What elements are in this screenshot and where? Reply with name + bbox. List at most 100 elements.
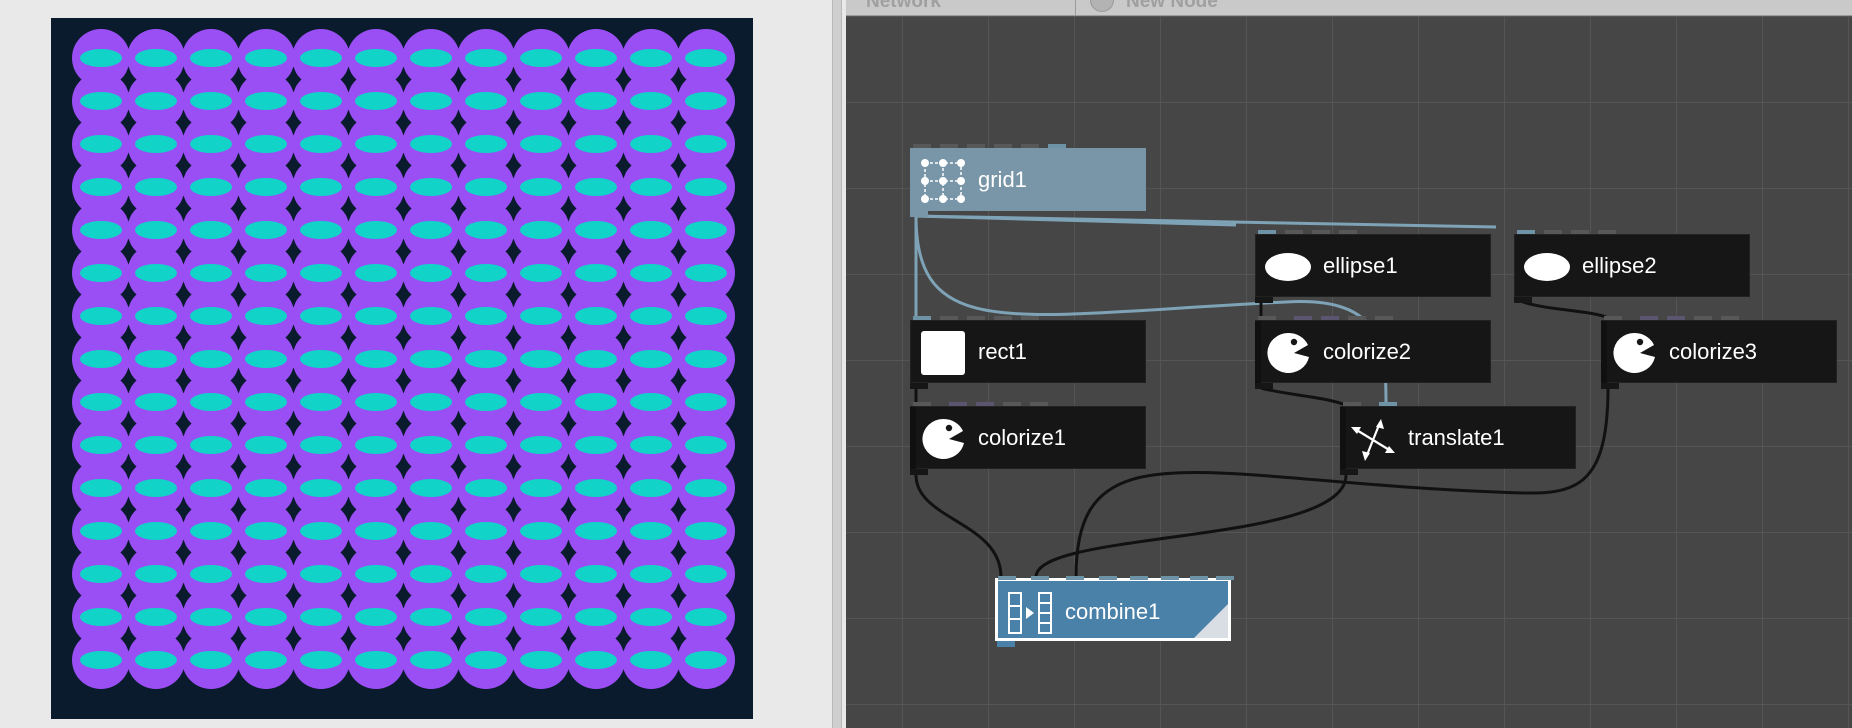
colorize2-port[interactable] xyxy=(1294,316,1312,320)
node-ellipse2[interactable]: ellipse2 xyxy=(1514,230,1750,303)
grid1-port[interactable] xyxy=(1021,144,1039,148)
rect1-port[interactable] xyxy=(967,316,985,320)
combine1-port[interactable] xyxy=(1031,576,1049,580)
combine1-port[interactable] xyxy=(1216,576,1234,580)
ellipse2-port[interactable] xyxy=(1598,230,1616,234)
node-ellipse1[interactable]: ellipse1 xyxy=(1255,230,1491,303)
colorize3-port[interactable] xyxy=(1694,316,1712,320)
pattern-ellipse xyxy=(190,350,232,368)
colorize-icon xyxy=(1267,332,1309,373)
colorize3-output-port[interactable] xyxy=(1601,383,1619,389)
pattern-ellipse xyxy=(465,221,507,239)
pattern-ellipse xyxy=(685,221,727,239)
combine1-port[interactable] xyxy=(1161,576,1179,580)
pattern-ellipse xyxy=(685,522,727,540)
grid1-port[interactable] xyxy=(940,144,958,148)
panel-splitter[interactable] xyxy=(832,0,842,728)
colorize2-port[interactable] xyxy=(1375,316,1393,320)
node-rect1[interactable]: rect1 xyxy=(910,316,1146,389)
colorize3-port[interactable] xyxy=(1604,316,1622,320)
colorize1-port[interactable] xyxy=(976,402,994,406)
rect1-port[interactable] xyxy=(940,316,958,320)
colorize3-port[interactable] xyxy=(1640,316,1658,320)
colorize1-output-port[interactable] xyxy=(910,469,928,475)
colorize2-output-port[interactable] xyxy=(1255,383,1273,389)
colorize2-input-port[interactable] xyxy=(1255,321,1261,384)
pattern-ellipse xyxy=(685,479,727,497)
colorize1-port[interactable] xyxy=(949,402,967,406)
rect1-port[interactable] xyxy=(913,316,931,320)
colorize1-input-port[interactable] xyxy=(910,407,916,470)
translate1-port[interactable] xyxy=(1379,402,1397,406)
combine1-port[interactable] xyxy=(1099,576,1117,580)
colorize3-port[interactable] xyxy=(1667,316,1685,320)
colorize3-input-port[interactable] xyxy=(1601,321,1607,384)
grid1-port[interactable] xyxy=(994,144,1012,148)
grid1-port[interactable] xyxy=(1048,144,1066,148)
node-translate1[interactable]: translate1 xyxy=(1340,402,1576,475)
node-colorize3[interactable]: colorize3 xyxy=(1601,316,1837,389)
pattern-ellipse xyxy=(520,178,562,196)
ellipse2-output-port[interactable] xyxy=(1514,297,1532,303)
pattern-ellipse xyxy=(575,565,617,583)
node-combine1[interactable]: combine1 xyxy=(995,576,1234,647)
grid1-port[interactable] xyxy=(913,144,931,148)
colorize2-port[interactable] xyxy=(1348,316,1366,320)
pattern-ellipse xyxy=(245,135,287,153)
connection-colorize1-combine1[interactable] xyxy=(914,474,1003,578)
translate1-input-port[interactable] xyxy=(1340,407,1346,470)
node-label: ellipse2 xyxy=(1582,253,1657,278)
connection-colorize2-translate1[interactable] xyxy=(1260,386,1347,407)
pattern-ellipse xyxy=(245,307,287,325)
ellipse2-port[interactable] xyxy=(1517,230,1535,234)
pattern-ellipse xyxy=(80,522,122,540)
combine1-output-port[interactable] xyxy=(997,641,1015,647)
colorize2-port[interactable] xyxy=(1258,316,1276,320)
combine1-port[interactable] xyxy=(1130,576,1148,580)
translate1-port[interactable] xyxy=(1343,402,1361,406)
ellipse2-port[interactable] xyxy=(1571,230,1589,234)
colorize1-port[interactable] xyxy=(1030,402,1048,406)
grid1-output-port[interactable] xyxy=(910,211,928,217)
rect1-output-port[interactable] xyxy=(910,383,928,389)
ellipse1-port[interactable] xyxy=(1258,230,1276,234)
pattern-ellipse xyxy=(465,479,507,497)
combine1-port[interactable] xyxy=(1066,576,1084,580)
pattern-ellipse xyxy=(245,350,287,368)
rect1-port[interactable] xyxy=(1021,316,1039,320)
combine1-port[interactable] xyxy=(998,576,1016,580)
node-colorize2[interactable]: colorize2 xyxy=(1255,316,1491,389)
pattern-ellipse xyxy=(135,49,177,67)
ellipse1-output-port[interactable] xyxy=(1255,297,1273,303)
pattern-ellipse xyxy=(465,135,507,153)
node-colorize1[interactable]: colorize1 xyxy=(910,402,1146,475)
pattern-ellipse xyxy=(520,608,562,626)
colorize2-port[interactable] xyxy=(1321,316,1339,320)
rect1-port[interactable] xyxy=(994,316,1012,320)
ellipse1-port[interactable] xyxy=(1312,230,1330,234)
translate1-output-port[interactable] xyxy=(1340,469,1358,475)
pattern-ellipse xyxy=(630,49,672,67)
colorize1-port[interactable] xyxy=(1003,402,1021,406)
node-grid1[interactable]: grid1 xyxy=(910,144,1146,217)
pattern-ellipse xyxy=(685,49,727,67)
combine1-port[interactable] xyxy=(1190,576,1208,580)
ellipse1-port[interactable] xyxy=(1339,230,1357,234)
network-panel[interactable]: Network New Node grid1 ellipse1 ellipse2… xyxy=(846,0,1852,728)
pattern-ellipse xyxy=(410,178,452,196)
ellipse2-port[interactable] xyxy=(1544,230,1562,234)
pattern-ellipse xyxy=(685,307,727,325)
grid1-port[interactable] xyxy=(967,144,985,148)
pattern-ellipse xyxy=(190,264,232,282)
connection-ellipse2-colorize3[interactable] xyxy=(1522,300,1609,320)
colorize1-port[interactable] xyxy=(913,402,931,406)
colorize-icon xyxy=(922,418,964,459)
pattern-ellipse xyxy=(190,522,232,540)
colorize3-port[interactable] xyxy=(1721,316,1739,320)
pattern-ellipse xyxy=(630,651,672,669)
pattern-ellipse xyxy=(80,651,122,669)
ellipse1-port[interactable] xyxy=(1285,230,1303,234)
pattern-ellipse xyxy=(520,651,562,669)
pattern-ellipse xyxy=(135,651,177,669)
pattern-ellipse xyxy=(410,565,452,583)
